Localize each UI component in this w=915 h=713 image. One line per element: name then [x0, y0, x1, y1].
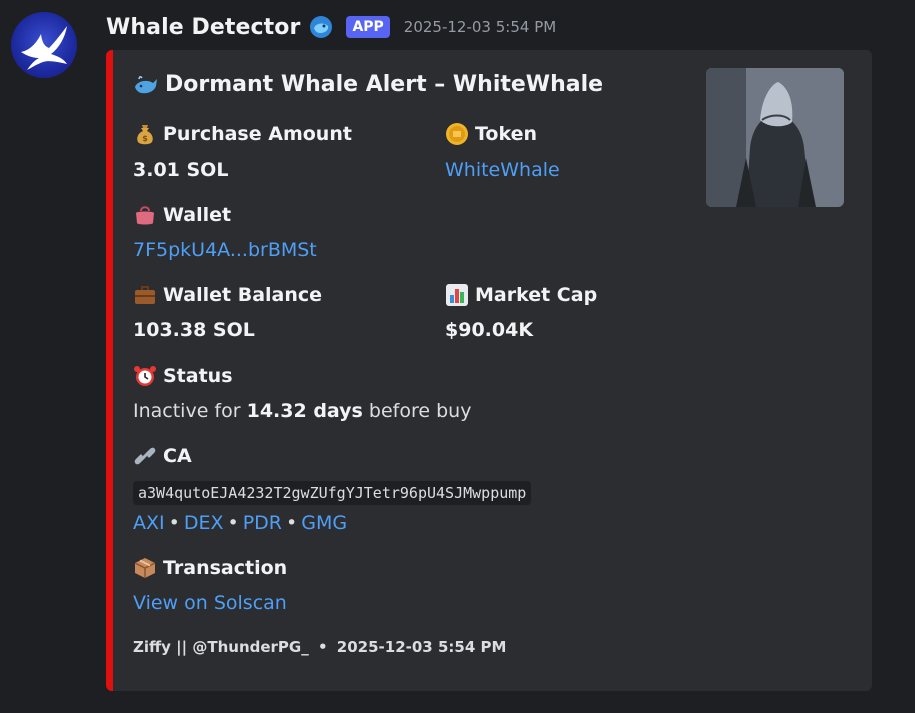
- bar-chart-icon: [445, 283, 469, 307]
- field-label: CA: [163, 445, 192, 467]
- axi-link[interactable]: AXI: [133, 512, 165, 534]
- token-link[interactable]: WhiteWhale: [445, 159, 560, 181]
- field-status-name: Status: [133, 364, 233, 388]
- solscan-link[interactable]: View on Solscan: [133, 592, 287, 614]
- status-value: Inactive for 14.32 days before buy: [133, 400, 471, 422]
- status-prefix: Inactive for: [133, 400, 247, 422]
- briefcase-icon: [133, 283, 157, 307]
- message-timestamp[interactable]: 2025-12-03 5:54 PM: [404, 18, 556, 36]
- field-label: Status: [163, 365, 233, 387]
- embed-card: Dormant Whale Alert – WhiteWhale $ Purch…: [106, 50, 872, 691]
- bot-username[interactable]: Whale Detector: [106, 15, 300, 40]
- field-ca-name: CA: [133, 444, 192, 468]
- bird-logo-icon: [21, 26, 67, 70]
- dex-link[interactable]: DEX: [184, 512, 224, 534]
- embed-title-text: Dormant Whale Alert – WhiteWhale: [165, 72, 604, 97]
- purse-icon: [133, 203, 157, 227]
- field-token-name: Token: [445, 122, 537, 146]
- link-separator: •: [168, 512, 180, 534]
- field-label: Purchase Amount: [163, 123, 352, 145]
- market-cap-value: $90.04K: [445, 319, 534, 341]
- alarm-clock-icon: [133, 364, 157, 388]
- field-transaction-name: Transaction: [133, 556, 287, 580]
- field-label: Transaction: [163, 557, 288, 579]
- bot-avatar[interactable]: [11, 12, 77, 78]
- whale-verified-icon: [308, 14, 334, 40]
- pdr-link[interactable]: PDR: [243, 512, 282, 534]
- link-separator: •: [227, 512, 239, 534]
- field-label: Wallet: [163, 204, 232, 226]
- app-badge: APP: [346, 16, 390, 38]
- coin-icon: [445, 122, 469, 146]
- field-wallet-balance-name: Wallet Balance: [133, 283, 322, 307]
- footer-text: Ziffy || @ThunderPG_: [133, 638, 309, 656]
- ca-links-row: AXI • DEX • PDR • GMG: [133, 512, 347, 534]
- field-label: Token: [475, 123, 538, 145]
- embed-title: Dormant Whale Alert – WhiteWhale: [133, 72, 603, 97]
- footer-timestamp: 2025-12-03 5:54 PM: [336, 638, 507, 656]
- purchase-amount-value: 3.01 SOL: [133, 159, 229, 181]
- whale-emoji-icon: [133, 73, 157, 97]
- status-days: 14.32 days: [246, 400, 363, 422]
- field-label: Market Cap: [475, 284, 598, 306]
- status-suffix: before buy: [362, 400, 472, 422]
- field-purchase-amount-name: $ Purchase Amount: [133, 122, 352, 146]
- footer-separator: •: [317, 638, 328, 656]
- wallet-link[interactable]: 7F5pkU4A...brBMSt: [133, 239, 317, 261]
- package-icon: [133, 556, 157, 580]
- wallet-balance-value: 103.38 SOL: [133, 319, 255, 341]
- link-separator: •: [286, 512, 298, 534]
- embed-thumbnail[interactable]: [706, 68, 844, 207]
- contract-address-code[interactable]: a3W4qutoEJA4232T2gwZUfgYJTetr96pU4SJMwpp…: [133, 481, 532, 505]
- field-market-cap-name: Market Cap: [445, 283, 597, 307]
- field-wallet-name: Wallet: [133, 203, 231, 227]
- link-icon: [133, 444, 157, 468]
- field-label: Wallet Balance: [163, 284, 323, 306]
- svg-text:$: $: [142, 134, 148, 143]
- gmg-link[interactable]: GMG: [301, 512, 347, 534]
- embed-footer: Ziffy || @ThunderPG_ • 2025-12-03 5:54 P…: [133, 638, 506, 656]
- message-header: Whale Detector APP 2025-12-03 5:54 PM: [106, 12, 556, 42]
- money-bag-icon: $: [133, 122, 157, 146]
